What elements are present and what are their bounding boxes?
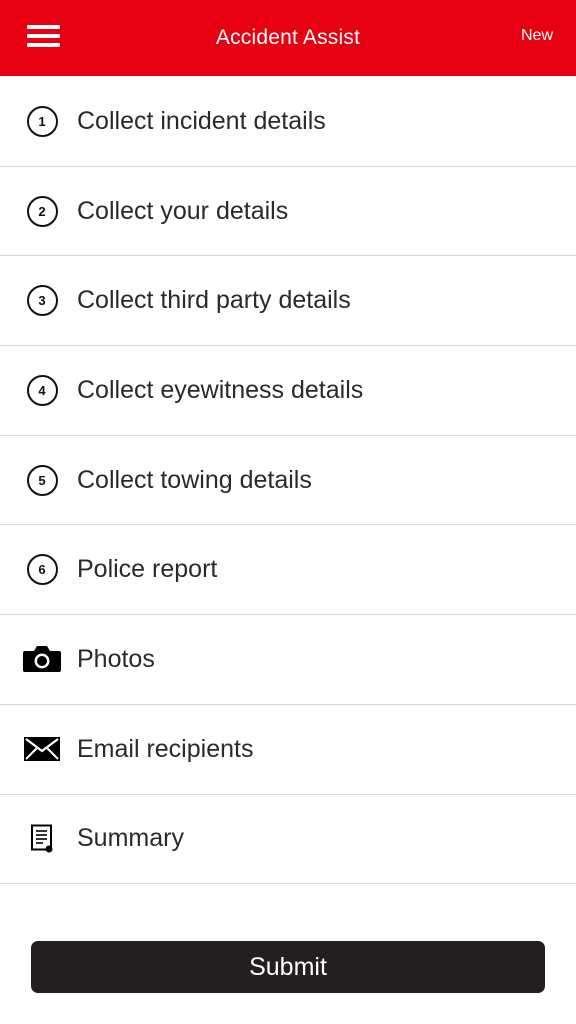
step-number: 5	[26, 464, 58, 496]
step-5-icon: 5	[22, 460, 62, 500]
list-item-label: Collect your details	[77, 196, 289, 225]
step-3-icon: 3	[22, 281, 62, 321]
list-item-third-party-details[interactable]: 3 Collect third party details	[0, 256, 576, 347]
list-item-email-recipients[interactable]: Email recipients	[0, 705, 576, 795]
envelope-icon	[22, 729, 62, 769]
list-item-label: Collect eyewitness details	[77, 375, 364, 404]
steps-list: 1 Collect incident details 2 Collect you…	[0, 77, 576, 885]
list-item-your-details[interactable]: 2 Collect your details	[0, 167, 576, 257]
step-number: 1	[26, 105, 58, 137]
list-item-photos[interactable]: Photos	[0, 615, 576, 705]
list-item-incident-details[interactable]: 1 Collect incident details	[0, 77, 576, 167]
step-6-icon: 6	[22, 550, 62, 590]
step-number: 2	[26, 195, 58, 227]
list-item-label: Photos	[77, 644, 155, 673]
list-item-label: Collect incident details	[77, 106, 326, 135]
step-number: 3	[26, 285, 58, 317]
step-number: 6	[26, 554, 58, 586]
top-app-bar: Accident Assist New	[0, 0, 576, 76]
list-item-label: Collect third party details	[77, 286, 351, 315]
list-item-police-report[interactable]: 6 Police report	[0, 525, 576, 616]
list-item-label: Collect towing details	[77, 465, 312, 494]
app-title: Accident Assist	[215, 26, 361, 49]
list-item-eyewitness-details[interactable]: 4 Collect eyewitness details	[0, 346, 576, 436]
list-item-label: Summary	[77, 824, 184, 853]
list-item-label: Email recipients	[77, 734, 254, 763]
step-4-icon: 4	[22, 370, 62, 410]
submit-container: Submit	[31, 941, 545, 993]
list-item-label: Police report	[77, 555, 218, 584]
step-1-icon: 1	[22, 101, 62, 141]
step-2-icon: 2	[22, 191, 62, 231]
document-icon	[22, 819, 62, 859]
hamburger-menu-icon[interactable]	[27, 25, 61, 49]
list-item-towing-details[interactable]: 5 Collect towing details	[0, 436, 576, 526]
new-button[interactable]: New	[521, 27, 553, 45]
step-number: 4	[26, 374, 58, 406]
list-item-summary[interactable]: Summary	[0, 795, 576, 885]
submit-button[interactable]: Submit	[31, 941, 545, 993]
camera-icon	[22, 639, 62, 679]
